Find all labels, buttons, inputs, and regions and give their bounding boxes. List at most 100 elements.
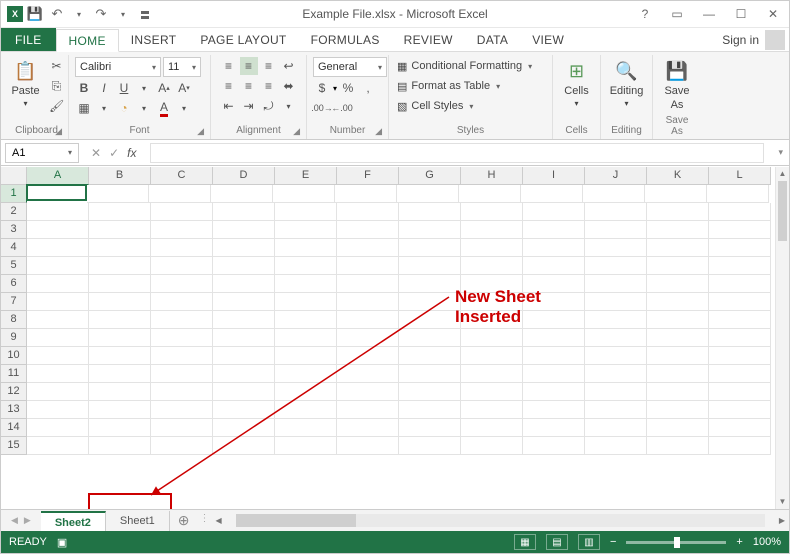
cell[interactable] [89, 365, 151, 383]
cell[interactable] [647, 257, 709, 275]
row-header-5[interactable]: 5 [1, 257, 27, 275]
cell[interactable] [337, 401, 399, 419]
increase-indent-icon[interactable]: ⇥ [240, 97, 258, 115]
cell[interactable] [523, 401, 585, 419]
paste-button[interactable]: 📋 Paste ▾ [7, 57, 43, 110]
cell[interactable] [399, 221, 461, 239]
cell[interactable] [709, 239, 771, 257]
cell[interactable] [647, 275, 709, 293]
tab-view[interactable]: VIEW [520, 28, 576, 51]
decrease-decimal-icon[interactable]: ←.00 [333, 99, 351, 117]
orientation-dropdown-icon[interactable]: ▾ [280, 97, 298, 115]
cell[interactable] [151, 383, 213, 401]
cell[interactable] [27, 257, 89, 275]
view-pagelayout-icon[interactable]: ▤ [546, 534, 568, 550]
row-header-12[interactable]: 12 [1, 383, 27, 401]
cell[interactable] [275, 203, 337, 221]
cell[interactable] [213, 437, 275, 455]
sheet-tab-sheet2[interactable]: Sheet2 [41, 511, 106, 531]
cell[interactable] [275, 437, 337, 455]
font-color-dropdown-icon[interactable]: ▾ [175, 99, 193, 117]
scroll-up-icon[interactable]: ▲ [776, 167, 789, 181]
row-header-9[interactable]: 9 [1, 329, 27, 347]
col-header-E[interactable]: E [275, 167, 337, 185]
cell[interactable] [709, 365, 771, 383]
font-color-icon[interactable]: A [155, 99, 173, 117]
cell[interactable] [523, 329, 585, 347]
cell[interactable] [273, 185, 335, 203]
cell[interactable] [151, 437, 213, 455]
cell[interactable] [213, 275, 275, 293]
cell[interactable] [275, 329, 337, 347]
cell[interactable] [709, 383, 771, 401]
fx-icon[interactable]: fx [127, 146, 142, 160]
cell[interactable] [275, 221, 337, 239]
cell[interactable] [399, 401, 461, 419]
cell[interactable] [27, 203, 89, 221]
cell[interactable] [337, 365, 399, 383]
row-header-11[interactable]: 11 [1, 365, 27, 383]
cell[interactable] [275, 365, 337, 383]
cell[interactable] [709, 221, 771, 239]
cell[interactable] [709, 293, 771, 311]
row-header-3[interactable]: 3 [1, 221, 27, 239]
cell[interactable] [521, 185, 583, 203]
scroll-right-icon[interactable]: ▶ [779, 516, 785, 525]
zoom-out-icon[interactable]: − [610, 536, 616, 548]
cell[interactable] [151, 203, 213, 221]
col-header-J[interactable]: J [585, 167, 647, 185]
cell[interactable] [337, 257, 399, 275]
italic-button[interactable]: I [95, 79, 113, 97]
tab-insert[interactable]: INSERT [119, 28, 189, 51]
qat-redo-icon[interactable]: ↷ [91, 4, 111, 24]
cell[interactable] [647, 329, 709, 347]
cell[interactable] [213, 383, 275, 401]
zoom-in-icon[interactable]: + [736, 536, 742, 548]
scroll-down-icon[interactable]: ▼ [776, 495, 789, 509]
cell[interactable] [523, 203, 585, 221]
cell[interactable] [337, 311, 399, 329]
cell[interactable] [89, 257, 151, 275]
borders-icon[interactable]: ▦ [75, 99, 93, 117]
cell[interactable] [275, 311, 337, 329]
sheet-nav-prev-icon[interactable]: ◀ [11, 515, 18, 526]
col-header-C[interactable]: C [151, 167, 213, 185]
cell[interactable] [461, 203, 523, 221]
cell[interactable] [399, 437, 461, 455]
currency-icon[interactable]: $ [313, 79, 331, 97]
cell[interactable] [27, 383, 89, 401]
avatar-icon[interactable] [765, 30, 785, 50]
cell[interactable] [27, 311, 89, 329]
comma-icon[interactable]: , [359, 79, 377, 97]
cell[interactable] [461, 365, 523, 383]
cell[interactable] [27, 437, 89, 455]
increase-decimal-icon[interactable]: .00→ [313, 99, 331, 117]
cells-button[interactable]: ⊞ Cells ▾ [560, 57, 592, 110]
cell[interactable] [461, 239, 523, 257]
cell[interactable] [275, 401, 337, 419]
cell[interactable] [335, 185, 397, 203]
cell[interactable] [27, 329, 89, 347]
horizontal-scrollbar[interactable]: ◀ ▶ [212, 510, 789, 531]
col-header-D[interactable]: D [213, 167, 275, 185]
scroll-left-icon[interactable]: ◀ [216, 516, 222, 525]
cell[interactable] [151, 419, 213, 437]
cell[interactable] [213, 203, 275, 221]
cell[interactable] [523, 419, 585, 437]
percent-icon[interactable]: % [339, 79, 357, 97]
cell[interactable] [399, 239, 461, 257]
cell[interactable] [337, 275, 399, 293]
view-pagebreak-icon[interactable]: ▥ [578, 534, 600, 550]
underline-button[interactable]: U [115, 79, 133, 97]
increase-font-icon[interactable]: A▴ [155, 79, 173, 97]
align-center-icon[interactable]: ≡ [240, 77, 258, 95]
cell[interactable] [461, 347, 523, 365]
copy-icon[interactable]: ⎘ [48, 77, 66, 95]
alignment-launcher-icon[interactable]: ◢ [293, 126, 300, 137]
row-header-6[interactable]: 6 [1, 275, 27, 293]
cell[interactable] [399, 419, 461, 437]
cell[interactable] [585, 419, 647, 437]
close-icon[interactable]: ✕ [757, 2, 789, 26]
hscroll-thumb[interactable] [236, 514, 356, 527]
number-launcher-icon[interactable]: ◢ [375, 126, 382, 137]
